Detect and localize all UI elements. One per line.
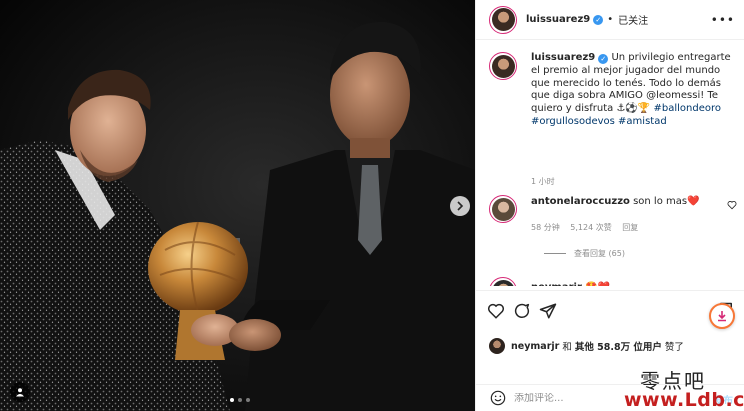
comment-meta: 58 分钟 5,124 次赞 回复 — [531, 222, 646, 233]
post-photo[interactable] — [0, 0, 475, 411]
author-username[interactable]: luissuarez9 — [526, 14, 590, 25]
comment-body: 🤩❤️ — [585, 282, 610, 286]
share-icon — [539, 303, 557, 319]
liker-username[interactable]: neymarjr — [511, 341, 559, 352]
follow-status-button[interactable]: 已关注 — [618, 12, 648, 27]
carousel-indicator — [230, 398, 250, 402]
comment-time: 58 分钟 — [531, 223, 560, 232]
comment-username[interactable]: neymarjr — [531, 282, 582, 286]
comment-heart-icon[interactable] — [727, 200, 737, 210]
commenter-avatar[interactable] — [489, 195, 517, 223]
like-button[interactable] — [486, 301, 506, 321]
share-button[interactable] — [538, 301, 558, 321]
chevron-right-icon — [457, 201, 464, 211]
watermark-en: www.Ldb.cc — [624, 389, 744, 411]
caption-text: luissuarez9 ✓ Un privilegio entregarte el… — [531, 52, 739, 129]
liker-avatar — [489, 338, 505, 354]
likes-connector: 和 — [562, 342, 572, 353]
download-fab-button[interactable] — [709, 303, 735, 329]
comment-button[interactable] — [512, 301, 532, 321]
comment-body: son lo mas❤️ — [633, 196, 700, 207]
download-icon — [718, 311, 726, 322]
caption-avatar[interactable] — [489, 52, 517, 80]
comment-icon — [514, 303, 530, 319]
author-avatar[interactable] — [489, 5, 517, 34]
emoji-icon[interactable] — [490, 390, 506, 406]
photo-scene — [0, 0, 475, 411]
verified-badge-icon: ✓ — [598, 54, 609, 64]
carousel-dot — [246, 398, 250, 402]
user-tag-button[interactable] — [10, 382, 30, 402]
post-header: luissuarez9 ✓ • 已关注 ••• — [476, 0, 744, 40]
likes-summary[interactable]: neymarjr 和 其他 58.8万 位用户 赞了 — [489, 338, 684, 354]
comment-username[interactable]: antonelaroccuzzo — [531, 196, 630, 207]
post-side-panel: luissuarez9 ✓ • 已关注 ••• luissuarez9 ✓ Un … — [475, 0, 744, 411]
action-bar — [476, 290, 744, 330]
caption-username[interactable]: luissuarez9 — [531, 52, 595, 63]
carousel-dot — [238, 398, 242, 402]
comment-text: neymarjr 🤩❤️ — [531, 282, 739, 286]
likes-suffix: 赞了 — [664, 342, 684, 353]
view-replies-button[interactable]: 查看回复 (65) — [544, 248, 625, 259]
next-photo-button[interactable] — [450, 196, 470, 216]
caption-time: 1 小时 — [531, 177, 555, 186]
heart-icon — [487, 303, 505, 319]
comment-likes[interactable]: 5,124 次赞 — [570, 223, 611, 232]
commenter-avatar[interactable] — [489, 277, 517, 286]
carousel-dot — [230, 398, 234, 402]
user-tag-icon — [16, 388, 24, 397]
comment-reply-button[interactable]: 回复 — [622, 223, 638, 232]
likes-others[interactable]: 其他 58.8万 位用户 — [575, 339, 662, 353]
comments-feed[interactable]: luissuarez9 ✓ Un privilegio entregarte el… — [476, 40, 744, 286]
comment-text: antonelaroccuzzo son lo mas❤️ — [531, 196, 739, 209]
separator-dot: • — [607, 14, 614, 25]
more-icon[interactable]: ••• — [711, 13, 735, 27]
watermark: 零点吧 www.Ldb.cc — [610, 365, 744, 411]
verified-badge-icon: ✓ — [593, 14, 604, 25]
